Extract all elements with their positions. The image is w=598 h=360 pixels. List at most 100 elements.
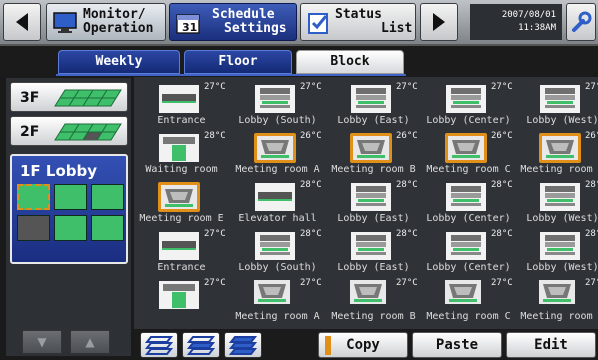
unit-tile[interactable]: 28°C Lobby (Center) [421,226,516,274]
unit-tile[interactable]: 26°C Meeting room A [230,128,325,176]
triangle-up-icon: ▲ [85,335,95,349]
unit-name: Meeting room B [331,311,416,322]
unit-tile[interactable]: 27°C Meeting room A [230,275,325,323]
floor-button-2f[interactable]: 2F [10,116,128,146]
checklist-icon [308,13,328,34]
unit-tile[interactable]: 27°C Entrance [134,226,229,274]
tab-block[interactable]: Block [296,50,404,74]
unit-name: Meeting room E [139,213,224,224]
unit-temperature: 26°C [396,131,418,141]
unit-temperature: 27°C [585,278,598,288]
unit-temperature: 27°C [585,82,598,92]
block-tile-selected[interactable] [17,184,50,210]
unit-tile[interactable]: 27°C Entrance [134,79,229,127]
unit-tile[interactable]: 27°C Lobby (East) [326,79,421,127]
unit-tile[interactable]: 26°C Meeting room B [326,128,421,176]
unit-tile[interactable]: 28°C Lobby (East) [326,226,421,274]
schedule-label-line1: Schedule [212,7,275,22]
maintenance-button[interactable] [566,3,596,41]
air-conditioner-icon [254,133,296,163]
top-bar: Monitor/ Operation 31 Schedule Settings … [0,0,598,46]
triangle-down-icon: ▼ [37,335,47,349]
unit-tile[interactable]: 26°C Meeting room C [421,128,516,176]
unit-name: Meeting room B [331,164,416,175]
calendar-icon: 31 [176,14,200,34]
scroll-up-button[interactable]: ▲ [70,330,110,354]
paste-button[interactable]: Paste [412,332,502,358]
unit-name: Meeting room A [235,311,320,322]
air-conditioner-icon [158,84,200,114]
unit-tile[interactable]: 26°C Meeting room D [515,128,598,176]
unit-tile[interactable]: 28°C Lobby (East) [326,177,421,225]
unit-temperature: 28°C [491,229,513,239]
unit-tile[interactable]: 28°C Waiting room [134,128,229,176]
schedule-settings-button[interactable]: 31 Schedule Settings [169,3,297,41]
unit-tile[interactable]: 27°C Lobby (South) [230,79,325,127]
unit-tile[interactable]: Meeting room E [134,177,229,225]
unit-temperature: 28°C [585,180,598,190]
copy-button[interactable]: Copy [318,332,408,358]
monitor-operation-button[interactable]: Monitor/ Operation [46,3,166,41]
block-tile[interactable] [91,184,124,210]
previous-screen-button[interactable] [3,3,41,41]
unit-tile[interactable]: 27°C [134,275,229,323]
unit-temperature: 28°C [396,229,418,239]
air-conditioner-icon [254,231,296,261]
edit-button[interactable]: Edit [506,332,596,358]
unit-tile[interactable]: 28°C Lobby (South) [230,226,325,274]
svg-text:31: 31 [182,21,197,34]
unit-name: Elevator hall [238,213,317,224]
floor-button-3f[interactable]: 3F [10,82,128,112]
air-conditioner-icon [350,84,392,114]
floor-map-icon [54,123,122,141]
unit-name: Lobby (East) [337,262,410,273]
unit-tile[interactable]: 28°C Lobby (Center) [421,177,516,225]
unit-temperature: 28°C [491,180,513,190]
monitor-icon [53,12,77,33]
view-mode-button-2[interactable] [182,332,220,358]
selected-floor-panel[interactable]: 1F Lobby [10,154,128,264]
unit-name: Lobby (Center) [426,262,511,273]
unit-tile[interactable]: 27°C Meeting room C [421,275,516,323]
tab-floor[interactable]: Floor [184,50,292,74]
tab-weekly[interactable]: Weekly [58,50,180,74]
unit-temperature: 27°C [204,82,226,92]
unit-temperature: 28°C [396,180,418,190]
air-conditioner-icon [445,84,487,114]
scroll-down-button[interactable]: ▼ [22,330,62,354]
unit-temperature: 28°C [300,180,322,190]
air-conditioner-icon [539,84,581,114]
block-tile[interactable] [54,184,87,210]
unit-tile[interactable]: 27°C Lobby (West) [515,79,598,127]
air-conditioner-icon [539,133,581,163]
block-tile[interactable] [54,215,87,241]
layers-icon [144,336,174,355]
block-tile[interactable] [91,215,124,241]
tab-row: Weekly Floor Block [0,46,598,76]
unit-tile[interactable]: 27°C Lobby (Center) [421,79,516,127]
unit-name: Lobby (East) [337,213,410,224]
unit-tile[interactable]: 28°C Elevator hall [230,177,325,225]
unit-tile[interactable]: 27°C Meeting room D [515,275,598,323]
unit-tile[interactable]: 28°C Lobby (West) [515,226,598,274]
unit-name: Meeting room C [426,311,511,322]
unit-temperature: 27°C [491,278,513,288]
unit-temperature: 26°C [300,131,322,141]
layers-icon [186,336,216,355]
air-conditioner-icon [158,182,200,212]
unit-name: Meeting room A [235,164,320,175]
next-screen-button[interactable] [420,3,458,41]
unit-tile[interactable]: 27°C Meeting room B [326,275,421,323]
view-mode-button-1[interactable] [140,332,178,358]
unit-tile[interactable]: 28°C Lobby (West) [515,177,598,225]
floor-map-icon [54,89,122,107]
wrench-icon [572,11,592,32]
floor-panel: 3F 2F 1F Lobby ▼ ▲ [6,78,131,356]
view-mode-button-3[interactable] [224,332,262,358]
unit-name: Meeting room C [426,164,511,175]
triangle-right-icon [433,13,445,31]
block-tile-off[interactable] [17,215,50,241]
status-list-button[interactable]: Status List [300,3,416,41]
clock-display: 2007/08/01 11:38AM [470,4,562,40]
unit-temperature: 28°C [300,229,322,239]
